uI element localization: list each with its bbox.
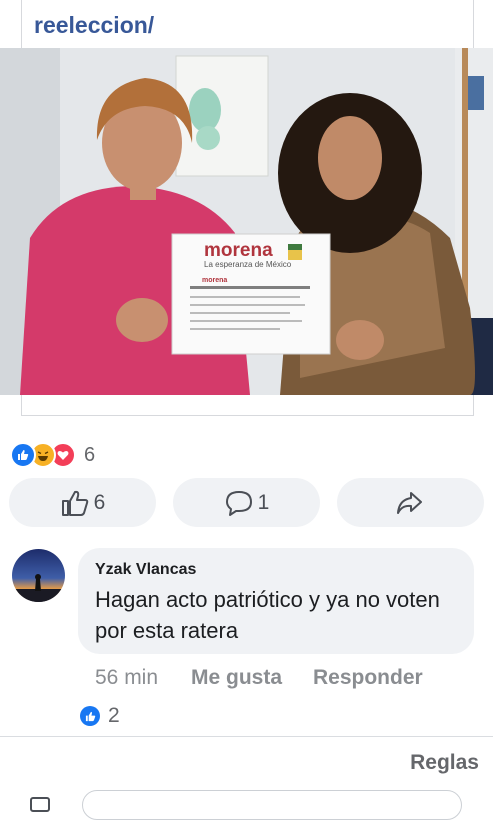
thumbs-up-icon [61,490,88,516]
comment-text: Hagan acto patriótico y ya no voten por … [95,587,440,643]
paper-subtitle: La esperanza de México [204,260,292,269]
comment-count: 1 [257,490,270,514]
avatar[interactable] [12,549,65,602]
post-photo[interactable]: morena La esperanza de México morena [0,48,493,395]
like-icon [80,706,100,726]
avatar-image [12,549,65,602]
section-divider [0,736,493,737]
comment-icon [225,490,252,516]
post-link-text[interactable]: reeleccion/ [34,12,154,39]
reactions-count: 6 [84,443,96,466]
link-card-bottom[interactable] [21,395,474,416]
comment-input[interactable] [82,790,462,820]
like-count: 6 [93,490,106,514]
share-icon [396,491,422,514]
like-button[interactable]: 6 [9,478,156,527]
comment-like-button[interactable]: Me gusta [191,666,282,690]
comment-button[interactable]: 1 [173,478,320,527]
comment-reply-button[interactable]: Responder [313,666,423,690]
paper-brand: morena [204,240,273,261]
photo-illustration: morena La esperanza de México morena [0,48,493,395]
reactions-summary[interactable]: 6 [10,441,95,469]
comment-bubble[interactable]: Yzak Vlancas Hagan acto patriótico y ya … [78,548,474,654]
like-icon [10,442,36,468]
camera-icon[interactable] [30,793,50,813]
paper-small-brand: morena [202,277,227,284]
rules-link[interactable]: Reglas [410,751,479,775]
comment-reaction-count: 2 [108,704,120,727]
comment-author[interactable]: Yzak Vlancas [95,561,196,579]
comment-reactions[interactable]: 2 [80,704,120,728]
comment-time[interactable]: 56 min [95,666,158,690]
share-button[interactable] [337,478,484,527]
